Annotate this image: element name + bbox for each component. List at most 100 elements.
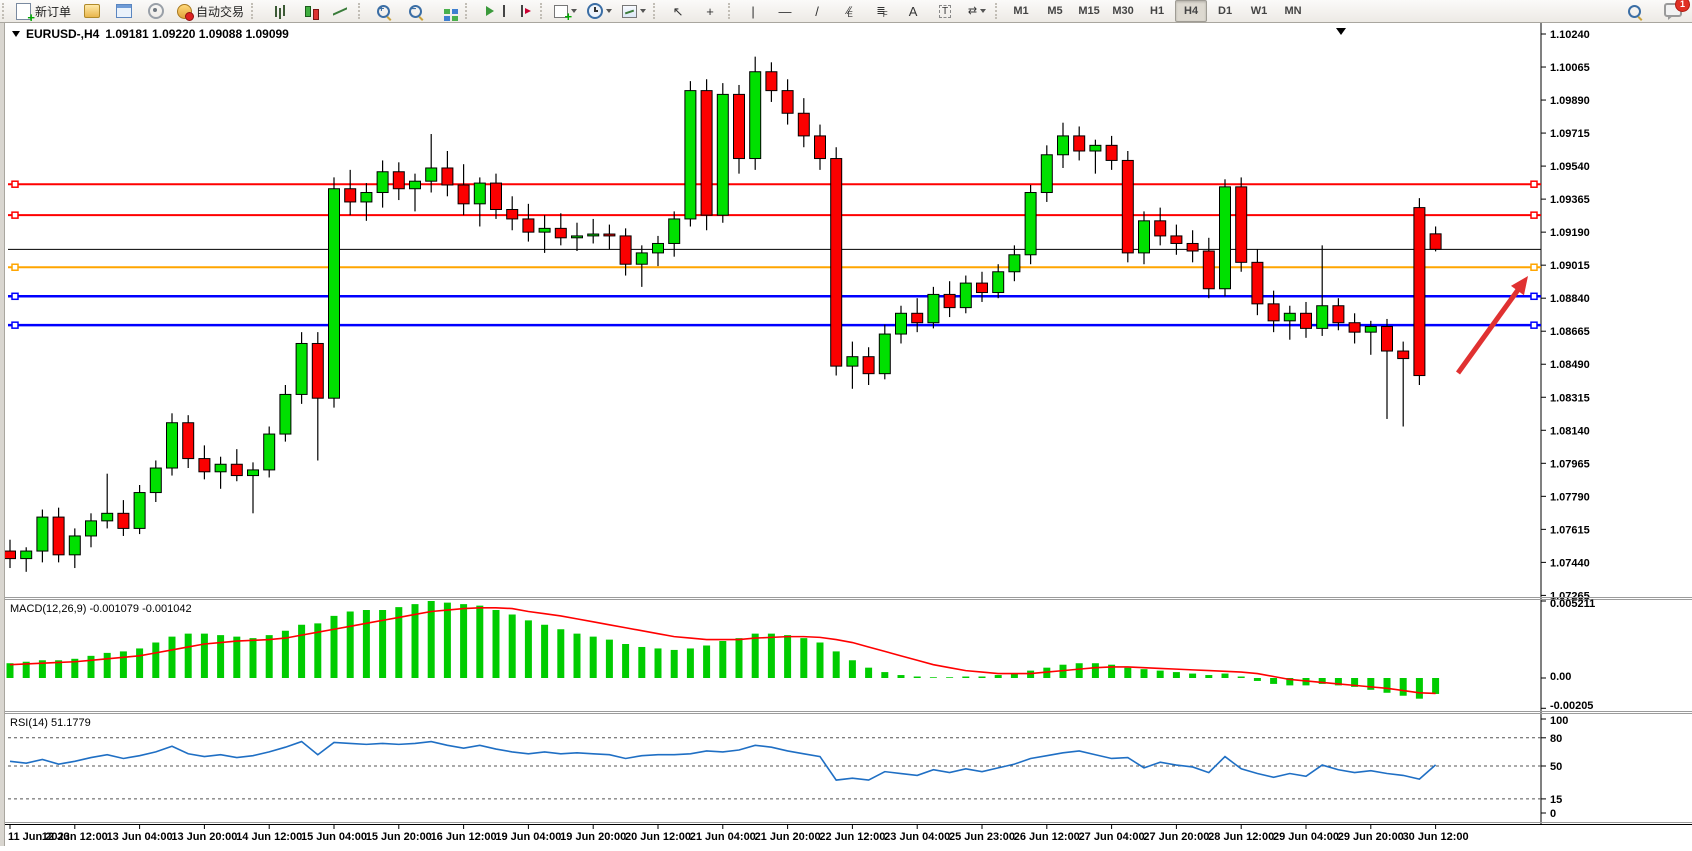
timeframe-h1[interactable]: H1 — [1141, 0, 1173, 22]
zoom-out-button[interactable]: − — [400, 0, 430, 22]
line-handle[interactable] — [12, 322, 18, 328]
timeframe-m30[interactable]: M30 — [1107, 0, 1139, 22]
text-button[interactable]: A — [898, 0, 928, 22]
line-handle[interactable] — [1531, 181, 1537, 187]
notification-badge: 1 — [1675, 0, 1690, 12]
chart-window-button[interactable] — [109, 0, 139, 22]
line-handle[interactable] — [1531, 322, 1537, 328]
line-handle[interactable] — [12, 181, 18, 187]
vertical-line-button[interactable]: | — [738, 0, 768, 22]
svg-text:26 Jun 12:00: 26 Jun 12:00 — [1014, 831, 1080, 843]
crosshair-button[interactable]: + — [695, 0, 725, 22]
svg-text:13 Jun 20:00: 13 Jun 20:00 — [171, 831, 237, 843]
line-handle[interactable] — [12, 264, 18, 270]
chart-background — [0, 23, 1692, 846]
autotrade-icon — [177, 4, 192, 19]
line-handle[interactable] — [1531, 293, 1537, 299]
signals-button[interactable] — [141, 0, 171, 22]
periods-button[interactable] — [583, 0, 616, 22]
timeframe-d1[interactable]: D1 — [1209, 0, 1241, 22]
search-button[interactable] — [1619, 0, 1649, 22]
svg-text:28 Jun 12:00: 28 Jun 12:00 — [1208, 831, 1274, 843]
chat-button[interactable]: 1 — [1664, 3, 1682, 20]
svg-text:15: 15 — [1550, 794, 1562, 806]
search-icon — [1628, 5, 1641, 18]
chart-shift-button[interactable] — [507, 0, 537, 22]
chart-window-icon — [116, 4, 132, 18]
autotrade-button[interactable]: 自动交易 — [173, 0, 248, 22]
svg-text:29 Jun 04:00: 29 Jun 04:00 — [1273, 831, 1339, 843]
svg-text:1.08140: 1.08140 — [1550, 425, 1590, 437]
chevron-down-icon — [640, 9, 646, 13]
svg-text:0.00: 0.00 — [1550, 671, 1571, 683]
cursor-button[interactable]: ↖ — [663, 0, 693, 22]
timeframe-w1[interactable]: W1 — [1243, 0, 1275, 22]
timeframe-m5[interactable]: M5 — [1039, 0, 1071, 22]
chevron-down-icon — [980, 9, 986, 13]
svg-text:1.10240: 1.10240 — [1550, 29, 1590, 41]
macd-label: MACD(12,26,9) -0.001079 -0.001042 — [10, 603, 192, 615]
svg-text:25 Jun 23:00: 25 Jun 23:00 — [949, 831, 1015, 843]
new-order-button[interactable]: 新订单 — [12, 0, 75, 22]
svg-text:22 Jun 12:00: 22 Jun 12:00 — [819, 831, 885, 843]
fibonacci-button[interactable]: ≣F — [866, 0, 896, 22]
bar-chart-button[interactable] — [261, 0, 291, 22]
clock-icon — [587, 3, 603, 19]
tile-windows-button[interactable] — [432, 0, 462, 22]
chart-title: EURUSD-,H4 1.09181 1.09220 1.09088 1.090… — [12, 27, 289, 41]
svg-text:1.08840: 1.08840 — [1550, 293, 1590, 305]
templates-button[interactable] — [618, 0, 650, 22]
line-chart-icon — [333, 6, 347, 16]
svg-text:1.07790: 1.07790 — [1550, 491, 1590, 503]
line-handle[interactable] — [12, 212, 18, 218]
candlestick-chart-button[interactable] — [293, 0, 323, 22]
line-handle[interactable] — [1531, 264, 1537, 270]
auto-scroll-button[interactable] — [475, 0, 505, 22]
line-chart-button[interactable] — [325, 0, 355, 22]
svg-text:1.08315: 1.08315 — [1550, 392, 1590, 404]
indicators-icon — [554, 5, 568, 18]
equidistant-channel-button[interactable]: ∕∕E — [834, 0, 864, 22]
timeframe-h4[interactable]: H4 — [1175, 0, 1207, 22]
arrows-button[interactable]: ⇄ — [962, 0, 992, 22]
svg-text:1.07965: 1.07965 — [1550, 458, 1590, 470]
zoom-in-button[interactable]: + — [368, 0, 398, 22]
svg-text:29 Jun 20:00: 29 Jun 20:00 — [1338, 831, 1404, 843]
timeframe-m15[interactable]: M15 — [1073, 0, 1105, 22]
window-edge — [0, 23, 5, 846]
cursor-icon: ↖ — [673, 5, 684, 18]
trendline-icon: / — [815, 5, 819, 18]
horizontal-line-button[interactable]: — — [770, 0, 800, 22]
timeframe-mn[interactable]: MN — [1277, 0, 1309, 22]
svg-text:21 Jun 20:00: 21 Jun 20:00 — [755, 831, 821, 843]
svg-text:19 Jun 20:00: 19 Jun 20:00 — [560, 831, 626, 843]
chart-window[interactable]: 1.102401.100651.098901.097151.095401.093… — [0, 23, 1692, 846]
arrows-icon: ⇄ — [968, 5, 977, 18]
svg-text:1.07440: 1.07440 — [1550, 557, 1590, 569]
trendline-button[interactable]: / — [802, 0, 832, 22]
line-handle[interactable] — [1531, 212, 1537, 218]
svg-text:100: 100 — [1550, 715, 1568, 727]
templates-icon — [622, 5, 637, 18]
autotrade-label: 自动交易 — [196, 3, 244, 20]
text-label-button[interactable]: T — [930, 0, 960, 22]
svg-text:14 Jun 12:00: 14 Jun 12:00 — [236, 831, 302, 843]
collapse-icon[interactable] — [12, 31, 20, 37]
svg-text:1.10065: 1.10065 — [1550, 62, 1590, 74]
toolbar-grip — [358, 3, 365, 19]
line-handle[interactable] — [12, 293, 18, 299]
timeframe-m1[interactable]: M1 — [1005, 0, 1037, 22]
toolbar-grip — [2, 3, 9, 19]
svg-text:-0.00205: -0.00205 — [1550, 700, 1593, 712]
svg-text:0.005211: 0.005211 — [1550, 598, 1595, 610]
svg-text:23 Jun 04:00: 23 Jun 04:00 — [884, 831, 950, 843]
svg-text:13 Jun 04:00: 13 Jun 04:00 — [107, 831, 173, 843]
new-order-label: 新订单 — [35, 3, 71, 20]
quotes-button[interactable] — [77, 0, 107, 22]
new-order-icon — [16, 3, 31, 20]
tile-windows-icon — [444, 9, 450, 14]
svg-text:1.09015: 1.09015 — [1550, 260, 1590, 272]
indicators-button[interactable] — [550, 0, 581, 22]
timeframe-toolbar: M1M5M15M30H1H4D1W1MN — [1004, 0, 1310, 22]
candlestick-chart[interactable]: 1.102401.100651.098901.097151.095401.093… — [0, 23, 1692, 846]
